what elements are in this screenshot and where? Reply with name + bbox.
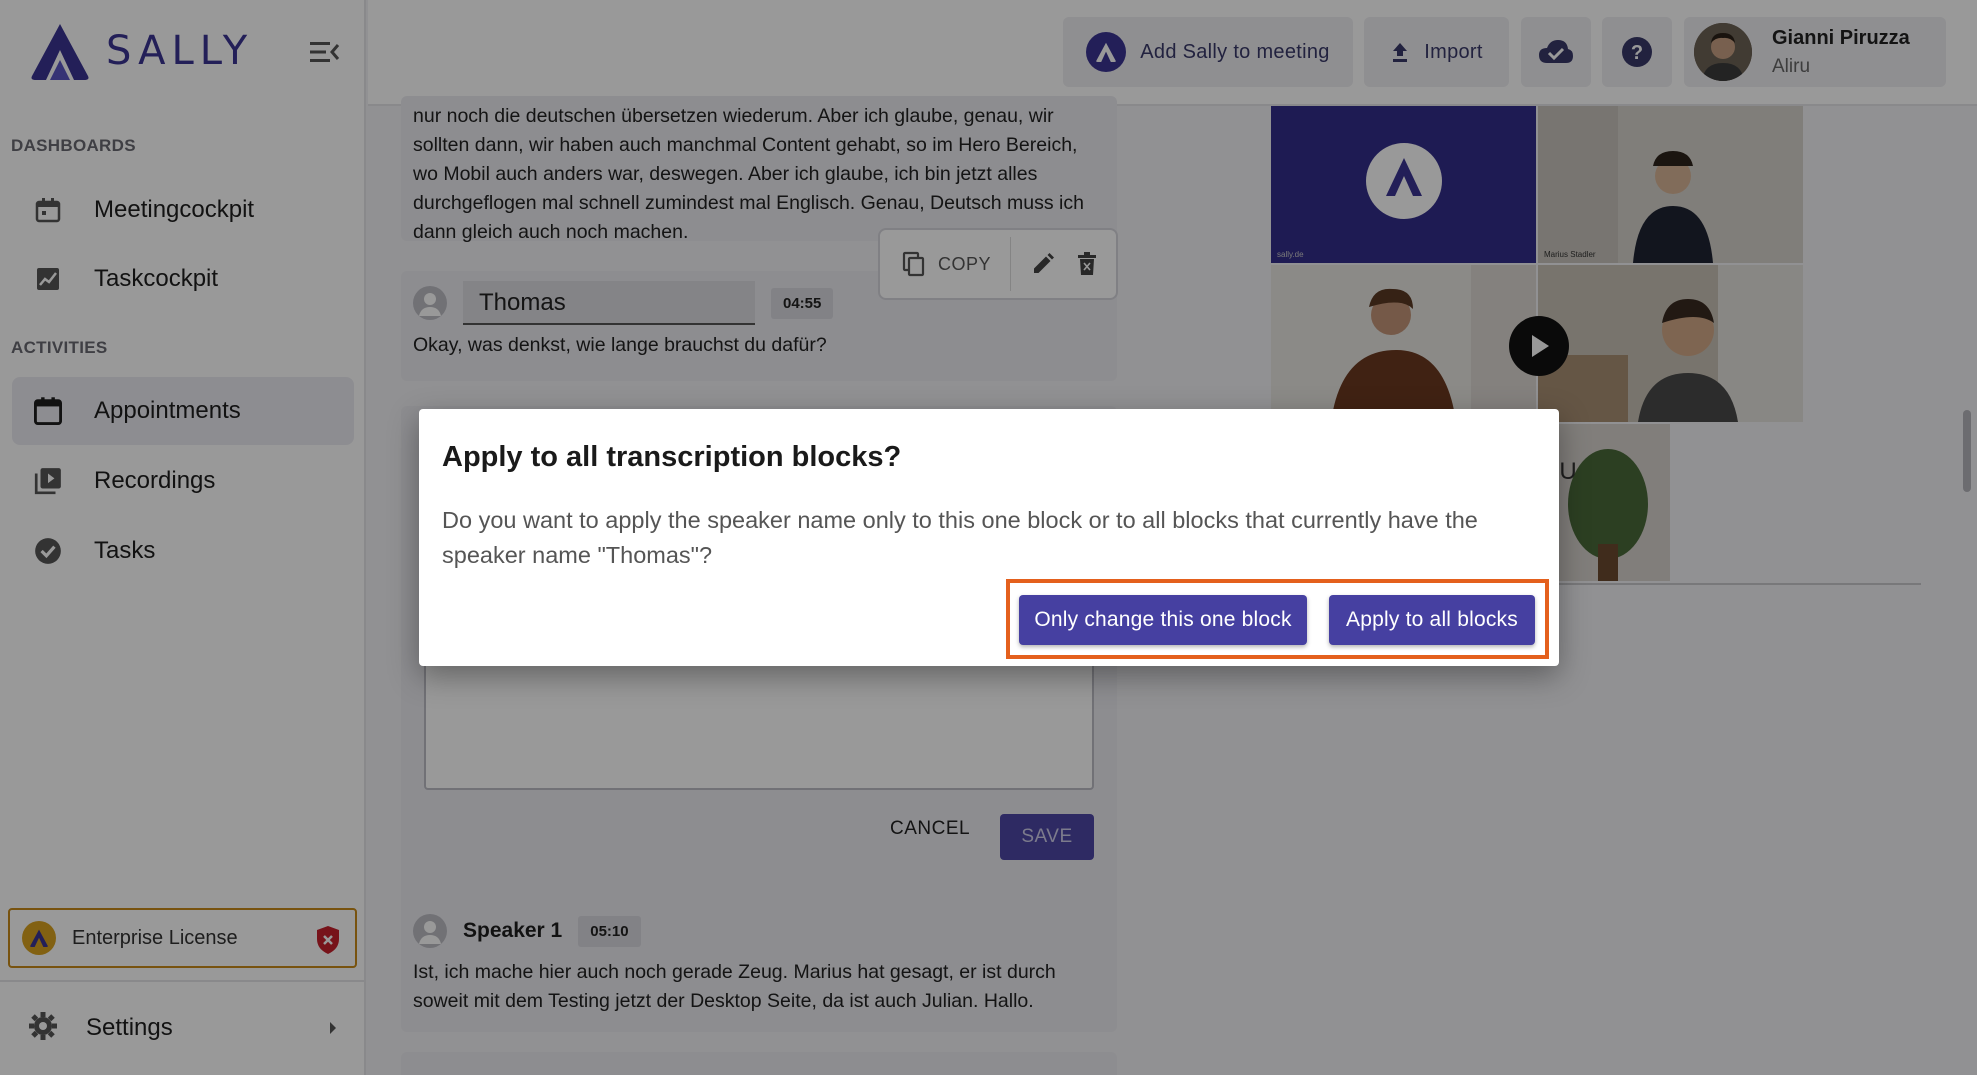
dialog-title: Apply to all transcription blocks?	[442, 441, 902, 473]
dialog-message: Do you want to apply the speaker name on…	[442, 507, 1478, 568]
apply-to-all-blocks-button[interactable]: Apply to all blocks	[1329, 595, 1535, 645]
only-change-this-block-button[interactable]: Only change this one block	[1019, 595, 1307, 645]
